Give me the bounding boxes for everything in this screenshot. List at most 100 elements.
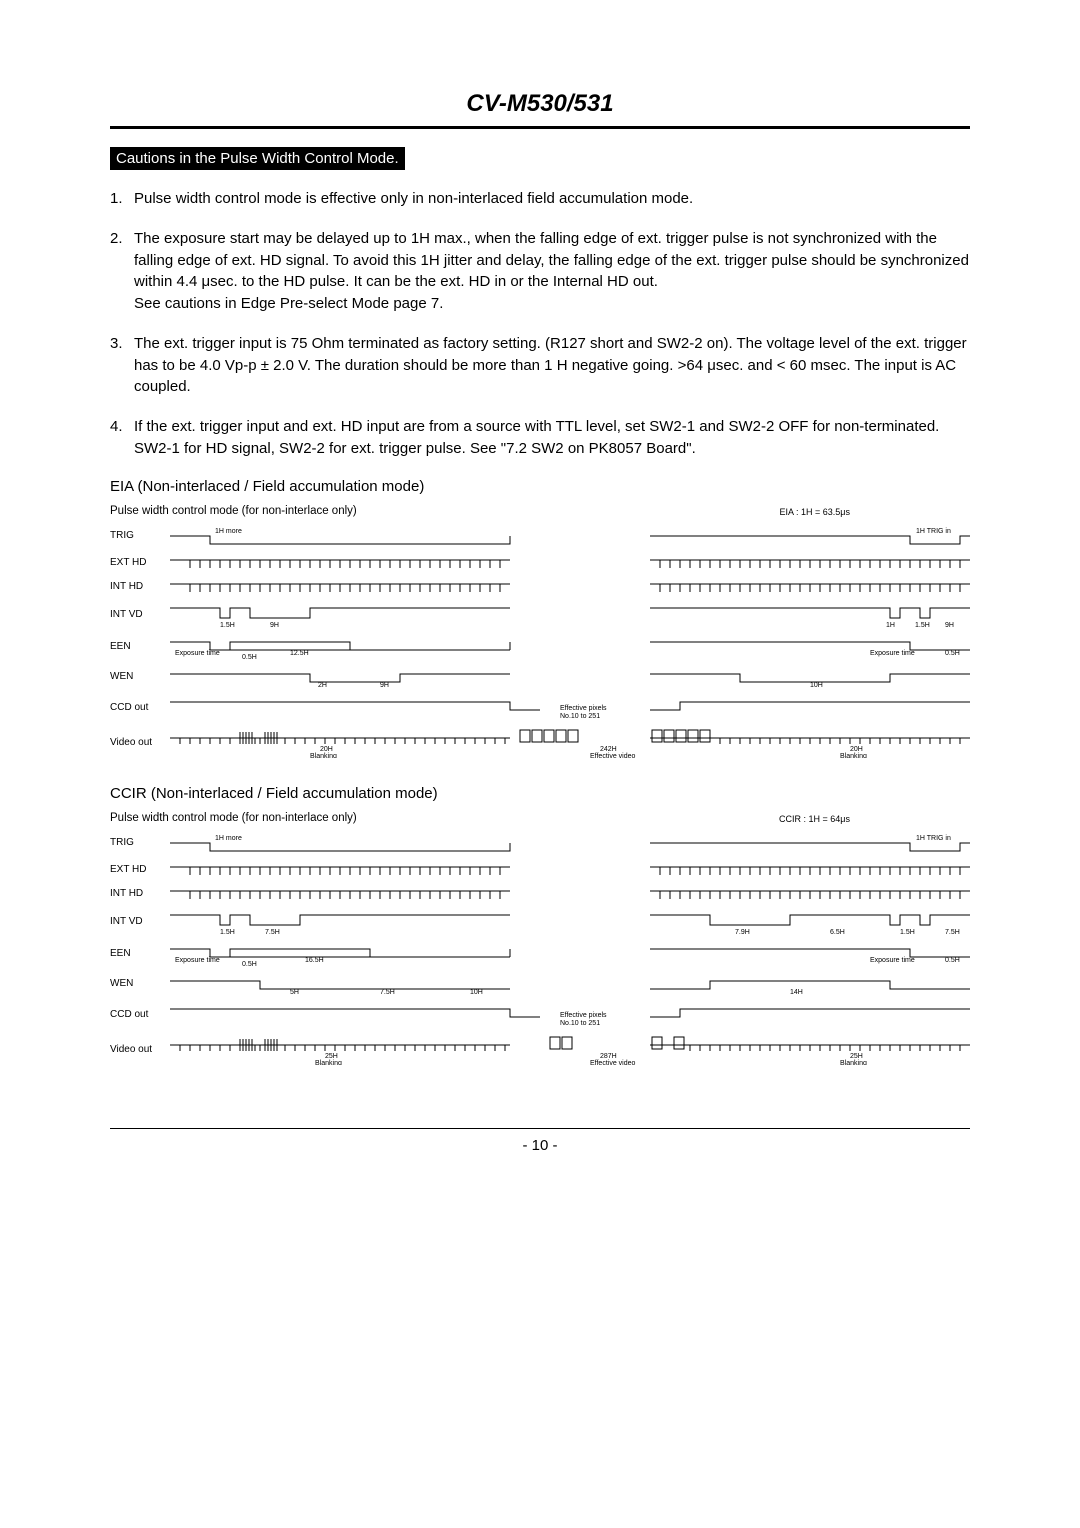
ann: 9H [380,682,389,688]
ext-hd-row: EXT HD [110,551,970,575]
wen-row: WEN 2H 9H 10H [110,663,970,691]
ann: Blanking [315,1060,342,1065]
list-item-text: The ext. trigger input is 75 Ohm termina… [134,335,967,396]
video-out-waveform: 25H 287H 25H Blanking Effective video Bl… [170,1035,970,1065]
ann: Effective video [590,1060,636,1065]
signal-label: EEN [110,631,170,663]
page-footer: - 10 - [110,1128,970,1154]
ann: No.10 to 251 [560,713,600,720]
signal-label: TRIG [110,521,170,551]
ann: No.10 to 251 [560,1020,600,1027]
eia-heading: EIA (Non-interlaced / Field accumulation… [110,478,970,495]
footer-rule [110,1128,970,1129]
list-item-text: The exposure start may be delayed up to … [134,230,969,312]
video-out-row: Video out 25H 287H 25H Blanking Effectiv… [110,1032,970,1068]
int-vd-waveform: 1.5H 7.5H 7.9H 6.5H 1.5H 7.5H [170,909,970,935]
ann: 25H [325,1053,338,1060]
een-waveform: Exposure time 0.5H 12.5H Exposure time 0… [170,634,970,660]
ann-trig-right: 1H TRIG in [916,528,951,535]
ann: Exposure time [870,650,915,657]
doc-title: CV-M530/531 [110,90,970,118]
list-item-text: If the ext. trigger input and ext. HD in… [134,418,939,457]
ccd-out-row: CCD out Effective pixels No.10 to 251 [110,691,970,725]
int-hd-row: INT HD [110,575,970,599]
ann: 20H [850,746,863,753]
int-hd-waveform [170,885,970,903]
ann: Effective pixels [560,1012,607,1019]
list-item-text: Pulse width control mode is effective on… [134,190,693,207]
een-waveform: Exposure time 0.5H 16.5H Exposure time 0… [170,941,970,967]
ext-hd-waveform [170,861,970,879]
ann: 6.5H [830,929,845,935]
signal-label: INT VD [110,599,170,631]
ccd-out-waveform: Effective pixels No.10 to 251 [170,1001,970,1029]
ann: 0.5H [242,961,257,967]
ann: 10H [470,989,483,995]
ann: Blanking [840,753,867,758]
ann: 20H [320,746,333,753]
signal-label: EXT HD [110,858,170,882]
ann: 7.5H [380,989,395,995]
een-row: EEN Exposure time 0.5H 16.5H Exposure ti… [110,938,970,970]
signal-label: TRIG [110,828,170,858]
eia-timing-diagram: TRIG 1H more 1H TRIG in EXT HD INT HD [110,521,970,761]
ann: 1.5H [915,622,930,628]
trig-waveform: 1H more 1H TRIG in [170,524,970,548]
signal-label: Video out [110,725,170,761]
list-item: 4.If the ext. trigger input and ext. HD … [110,416,970,460]
list-item: 1.Pulse width control mode is effective … [110,188,970,210]
ann: 9H [945,622,954,628]
ann: Blanking [840,1060,867,1065]
ann: Exposure time [870,957,915,964]
video-out-waveform: 20H 242H 20H Blanking Effective video Bl… [170,728,970,758]
ann: 10H [810,682,823,688]
ann: 0.5H [945,957,960,964]
ann: 1.5H [220,929,235,935]
signal-label: INT HD [110,882,170,906]
ann: 1H TRIG in [916,835,951,842]
ann: Exposure time [175,650,220,657]
ann: 1.5H [220,622,235,628]
page-number: - 10 - [110,1137,970,1154]
ext-hd-row: EXT HD [110,858,970,882]
signal-label: EEN [110,938,170,970]
ann-1h-more: 1H more [215,528,242,535]
ann: 1H [886,622,895,628]
ann: 1H more [215,835,242,842]
ccir-timing-diagram: TRIG 1H more 1H TRIG in EXT HD INT HD [110,828,970,1068]
ann: 7.9H [735,929,750,935]
trig-row: TRIG 1H more 1H TRIG in [110,521,970,551]
ann: 9H [270,622,279,628]
ann: 2H [318,682,327,688]
wen-row: WEN 5H 7.5H 10H 14H [110,970,970,998]
ann: 5H [290,989,299,995]
ann: 25H [850,1053,863,1060]
ccir-heading: CCIR (Non-interlaced / Field accumulatio… [110,785,970,802]
ann: 287H [600,1053,617,1060]
ann: Blanking [310,753,337,758]
wen-waveform: 2H 9H 10H [170,666,970,688]
ann: 7.5H [265,929,280,935]
section-heading: Cautions in the Pulse Width Control Mode… [110,147,405,170]
video-out-row: Video out 20H 242H 20H Blanking Effectiv… [110,725,970,761]
ccd-out-row: CCD out Effective pixels No.10 to 251 [110,998,970,1032]
ann: Effective pixels [560,705,607,712]
signal-label: WEN [110,663,170,691]
ann: Effective video [590,753,636,758]
ext-hd-waveform [170,554,970,572]
ann: 14H [790,989,803,995]
int-vd-row: INT VD 1.5H 9H 1H 1.5H 9H [110,599,970,631]
trig-waveform: 1H more 1H TRIG in [170,831,970,855]
ann: 12.5H [290,650,309,657]
signal-label: Video out [110,1032,170,1068]
ccd-out-waveform: Effective pixels No.10 to 251 [170,694,970,722]
ann: 1.5H [900,929,915,935]
list-item: 3.The ext. trigger input is 75 Ohm termi… [110,333,970,398]
ann: 0.5H [242,654,257,660]
list-item: 2.The exposure start may be delayed up t… [110,228,970,315]
wen-waveform: 5H 7.5H 10H 14H [170,973,970,995]
ann: Exposure time [175,957,220,964]
signal-label: INT HD [110,575,170,599]
ann: 242H [600,746,617,753]
ann: 16.5H [305,957,324,964]
